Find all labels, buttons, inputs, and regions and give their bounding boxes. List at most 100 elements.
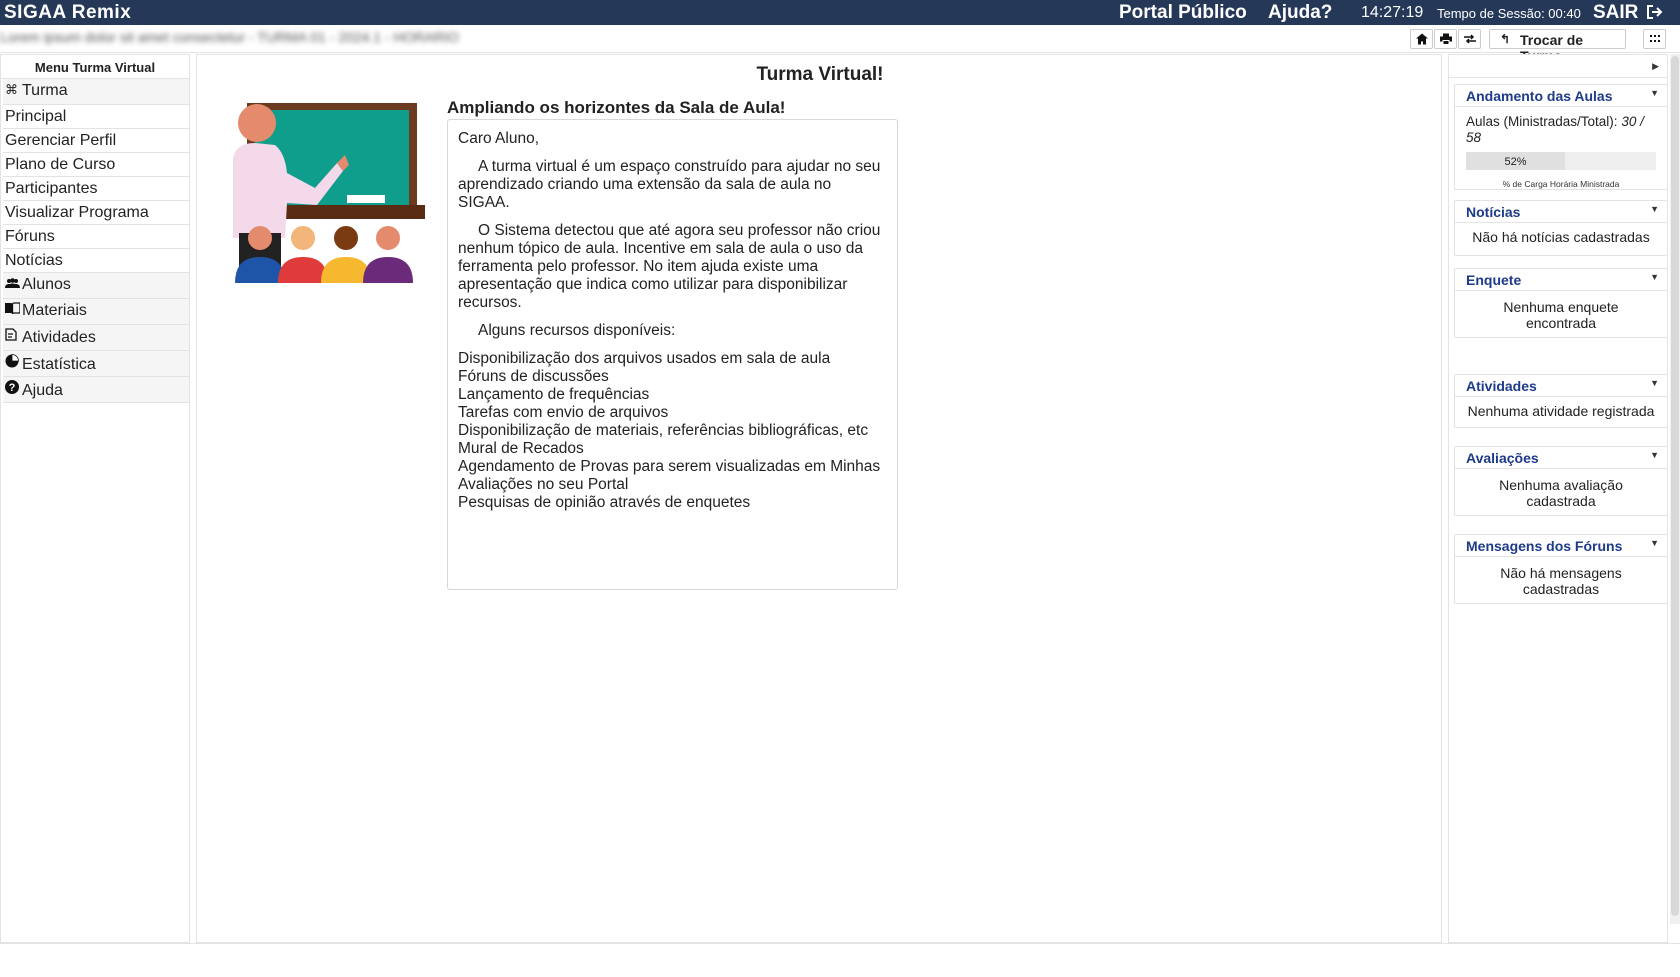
progress-label: 52% — [1504, 156, 1527, 168]
menu-item-visualizar-programa[interactable]: Visualizar Programa — [3, 201, 189, 225]
edit-icon — [5, 328, 22, 344]
list-item: Agendamento de Provas para serem visuali… — [458, 458, 881, 493]
menu-group-atividades[interactable]: Atividades — [3, 325, 189, 351]
noticias-body: Não há notícias cadastradas — [1472, 229, 1650, 245]
menu-label: Plano de Curso — [5, 156, 116, 173]
menu-label: Notícias — [5, 252, 63, 269]
card-title: Notícias — [1466, 204, 1521, 220]
welcome-message-box: Caro Aluno, A turma virtual é um espaço … — [447, 119, 898, 590]
resources-list: Disponibilização dos arquivos usados em … — [458, 350, 887, 512]
mensagens-header[interactable]: Mensagens dos Fóruns ▼ — [1455, 535, 1667, 557]
scrollbar-thumb[interactable] — [1671, 56, 1679, 916]
logout-link[interactable]: SAIR — [1593, 2, 1638, 24]
list-item: Mural de Recados — [458, 440, 584, 457]
card-title: Enquete — [1466, 272, 1522, 288]
swap-icon — [1463, 34, 1476, 44]
menu-group-materiais[interactable]: Materiais — [3, 299, 189, 325]
menu-label: Fóruns — [5, 228, 55, 245]
svg-text:?: ? — [9, 382, 16, 394]
progress-caption: % de Carga Horária Ministrada — [1502, 179, 1620, 189]
page-scrollbar[interactable] — [1670, 54, 1680, 924]
avaliacoes-header[interactable]: Avaliações ▼ — [1455, 447, 1667, 469]
menu-group-alunos[interactable]: Alunos — [3, 273, 189, 299]
menu-group-estatistica[interactable]: Estatística — [3, 351, 189, 377]
avaliacoes-card: Avaliações ▼ Nenhuma avaliação cadastrada — [1454, 446, 1668, 516]
andamento-header[interactable]: Andamento das Aulas ▼ — [1455, 85, 1667, 107]
greeting: Caro Aluno, — [458, 130, 539, 147]
swap-view-button[interactable] — [1458, 29, 1481, 49]
enquete-card: Enquete ▼ Nenhuma enquete encontrada — [1454, 268, 1668, 338]
menu-label: Participantes — [5, 180, 98, 197]
progress-bar: 52% — [1466, 152, 1656, 170]
class-menu: Menu Turma Virtual ⌘ Turma Principal Gere… — [0, 54, 190, 943]
page-title: Turma Virtual! — [756, 64, 884, 85]
menu-label: Materiais — [22, 302, 87, 319]
menu-label: Principal — [5, 108, 67, 125]
list-item: Fóruns de discussões — [458, 368, 609, 385]
home-icon — [1415, 33, 1428, 45]
card-title: Mensagens dos Fóruns — [1466, 538, 1623, 554]
menu-label: Visualizar Programa — [5, 204, 149, 221]
divider — [0, 943, 1680, 944]
card-title: Avaliações — [1466, 450, 1539, 466]
card-title: Andamento das Aulas — [1466, 88, 1613, 104]
right-sidebar: ▶ Andamento das Aulas ▼ Aulas (Ministrada… — [1448, 54, 1668, 943]
menu-item-gerenciar-perfil[interactable]: Gerenciar Perfil — [3, 129, 189, 153]
caret-down-icon[interactable]: ▼ — [1650, 88, 1659, 98]
notice-paragraph: O Sistema detectou que até agora seu pro… — [458, 222, 881, 311]
menu-item-principal[interactable]: Principal — [3, 105, 189, 129]
noticias-header[interactable]: Notícias ▼ — [1455, 201, 1667, 223]
question-icon: ? — [5, 380, 22, 397]
menu-label: Estatística — [22, 356, 96, 373]
enquete-body: Nenhuma enquete encontrada — [1503, 299, 1619, 331]
mensagens-body: Não há mensagens cadastradas — [1500, 565, 1622, 597]
caret-down-icon[interactable]: ▼ — [1650, 204, 1659, 214]
menu-item-noticias[interactable]: Notícias — [3, 249, 189, 273]
print-button[interactable] — [1434, 29, 1457, 49]
caret-down-icon[interactable]: ▼ — [1650, 538, 1659, 548]
logout-icon[interactable] — [1645, 3, 1663, 21]
collapse-sidebar-icon[interactable]: ▶ — [1652, 61, 1659, 72]
mensagens-card: Mensagens dos Fóruns ▼ Não há mensagens c… — [1454, 534, 1668, 604]
avaliacoes-body: Nenhuma avaliação cadastrada — [1499, 477, 1623, 509]
menu-group-ajuda[interactable]: ? Ajuda — [3, 377, 189, 403]
menu-label: Gerenciar Perfil — [5, 132, 117, 149]
menu-label: Ajuda — [22, 382, 63, 399]
noticias-card: Notícias ▼ Não há notícias cadastradas — [1454, 200, 1668, 256]
menu-label: Atividades — [22, 329, 96, 346]
intro-paragraph: A turma virtual é um espaço construído p… — [458, 158, 881, 211]
print-icon — [1439, 33, 1452, 45]
menu-label: Turma — [22, 82, 68, 99]
main-content: Turma Virtual! Ampliando os horizontes d… — [196, 54, 1442, 943]
teacher-classroom-illustration — [233, 103, 425, 283]
divider — [1449, 77, 1667, 78]
menu-label: Alunos — [22, 276, 71, 293]
home-button[interactable] — [1410, 29, 1433, 49]
portal-publico-link[interactable]: Portal Público — [1119, 2, 1247, 24]
aulas-label: Aulas (Ministradas/Total): — [1466, 114, 1618, 129]
switch-class-button[interactable]: ↰ Trocar de Turma — [1489, 29, 1626, 64]
apps-menu-button[interactable] — [1643, 29, 1666, 49]
atividades-card: Atividades ▼ Nenhuma atividade registrada — [1454, 374, 1668, 428]
resources-heading: Alguns recursos disponíveis: — [478, 322, 676, 339]
atividades-body: Nenhuma atividade registrada — [1467, 403, 1655, 419]
session-timer: Tempo de Sessão: 00:40 — [1437, 6, 1581, 21]
pie-chart-icon — [5, 354, 22, 371]
caret-down-icon[interactable]: ▼ — [1650, 378, 1659, 388]
caret-down-icon[interactable]: ▼ — [1650, 272, 1659, 282]
list-item: Disponibilização dos arquivos usados em … — [458, 350, 831, 367]
list-item: Tarefas com envio de arquivos — [458, 404, 669, 421]
enquete-header[interactable]: Enquete ▼ — [1455, 269, 1667, 291]
caret-down-icon[interactable]: ▼ — [1650, 450, 1659, 460]
book-icon — [5, 302, 22, 317]
menu-item-participantes[interactable]: Participantes — [3, 177, 189, 201]
menu-item-plano-de-curso[interactable]: Plano de Curso — [3, 153, 189, 177]
atividades-header[interactable]: Atividades ▼ — [1455, 375, 1667, 397]
menu-item-foruns[interactable]: Fóruns — [3, 225, 189, 249]
users-icon — [5, 276, 22, 291]
list-item: Pesquisas de opinião através de enquetes — [458, 494, 751, 511]
list-item: Disponibilização de materiais, referênci… — [458, 422, 869, 439]
menu-group-turma[interactable]: ⌘ Turma — [3, 79, 189, 105]
brand-logo[interactable]: SIGAA Remix — [4, 2, 131, 24]
help-link[interactable]: Ajuda? — [1268, 2, 1332, 24]
